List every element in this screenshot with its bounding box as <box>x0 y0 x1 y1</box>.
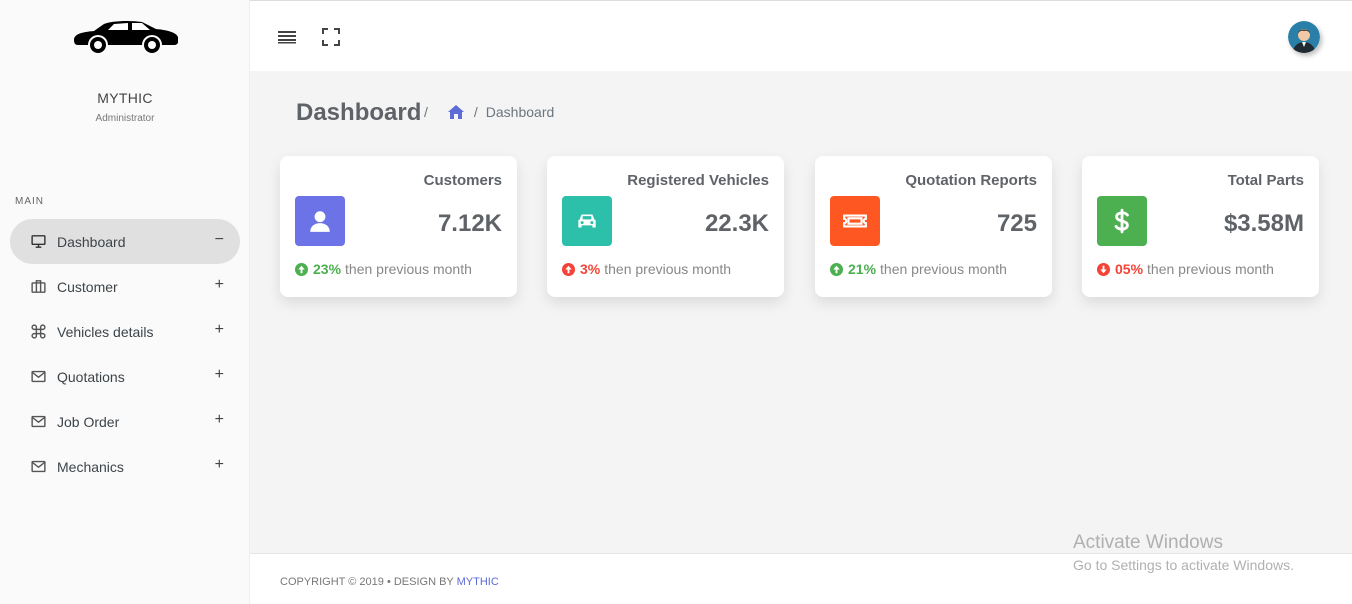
sidebar-item-label: Job Order <box>57 413 120 430</box>
expand-icon[interactable]: + <box>215 456 224 474</box>
copyright-text: COPYRIGHT © 2019 • DESIGN BY <box>280 576 457 588</box>
command-icon <box>30 323 47 340</box>
sidebar-item-label: Quotations <box>57 368 125 385</box>
sidebar-item-quotations[interactable]: Quotations + <box>10 354 240 399</box>
sidebar-item-vehicles-details[interactable]: Vehicles details + <box>10 309 240 354</box>
card-title: Quotation Reports <box>905 172 1037 189</box>
trend-percent: 05% <box>1115 261 1144 277</box>
sidebar-item-label: Dashboard <box>57 233 126 250</box>
card-value: 7.12K <box>437 210 502 237</box>
stat-card-registered-vehicles: Registered Vehicles 22.3K 3% then previo… <box>547 156 784 297</box>
arrow-down-circle-icon <box>1097 262 1110 276</box>
monitor-icon <box>30 233 47 250</box>
sidebar-item-label: Mechanics <box>57 458 124 475</box>
user-avatar[interactable] <box>1288 21 1320 53</box>
ticket-icon <box>830 196 880 246</box>
sidebar-item-label: Vehicles details <box>57 323 154 340</box>
expand-icon[interactable]: + <box>215 276 224 294</box>
brand-name: MYTHIC <box>97 90 153 106</box>
breadcrumb-separator: / <box>424 104 428 120</box>
dollar-icon <box>1097 196 1147 246</box>
card-trend: 05% then previous month <box>1097 261 1274 277</box>
trend-note: then previous month <box>1147 261 1274 277</box>
arrow-up-circle-icon <box>830 262 843 276</box>
card-trend: 21% then previous month <box>830 261 1007 277</box>
stat-card-quotation-reports: Quotation Reports 725 21% then previous … <box>815 156 1052 297</box>
sidebar-item-dashboard[interactable]: Dashboard − <box>10 219 240 264</box>
card-title: Registered Vehicles <box>627 172 769 189</box>
car-logo-icon[interactable] <box>70 18 180 56</box>
card-trend: 3% then previous month <box>562 261 731 277</box>
card-value: 22.3K <box>704 210 769 237</box>
nav-section-label: MAIN <box>15 196 44 207</box>
footer-text: COPYRIGHT © 2019 • DESIGN BY MYTHIC <box>280 576 499 588</box>
stat-card-customers: Customers 7.12K 23% then previous month <box>280 156 517 297</box>
briefcase-icon <box>30 278 47 295</box>
breadcrumb-current: Dashboard <box>485 104 555 120</box>
trend-note: then previous month <box>345 261 472 277</box>
fullscreen-icon[interactable] <box>322 28 340 46</box>
sidebar-item-label: Customer <box>57 278 118 295</box>
sidebar-nav: Dashboard − Customer + Vehicles details … <box>10 219 240 489</box>
card-value: $3.58M <box>1223 210 1304 237</box>
sidebar-item-job-order[interactable]: Job Order + <box>10 399 240 444</box>
trend-percent: 21% <box>848 261 877 277</box>
activation-watermark-title: Activate Windows <box>1073 532 1223 553</box>
arrow-up-circle-icon <box>295 262 308 276</box>
expand-icon[interactable]: + <box>215 411 224 429</box>
user-role: Administrator <box>95 113 155 124</box>
sidebar-item-mechanics[interactable]: Mechanics + <box>10 444 240 489</box>
sidebar-item-customer[interactable]: Customer + <box>10 264 240 309</box>
trend-percent: 23% <box>313 261 342 277</box>
page-title: Dashboard <box>296 99 422 126</box>
trend-percent: 3% <box>580 261 601 277</box>
card-trend: 23% then previous month <box>295 261 472 277</box>
trend-note: then previous month <box>880 261 1007 277</box>
home-icon[interactable] <box>447 105 464 119</box>
breadcrumb: / / Dashboard <box>424 104 554 120</box>
trend-note: then previous month <box>604 261 732 277</box>
expand-icon[interactable]: + <box>215 366 224 384</box>
breadcrumb-separator: / <box>473 104 478 120</box>
expand-icon[interactable]: + <box>215 321 224 339</box>
sidebar: MYTHIC Administrator MAIN Dashboard − Cu… <box>0 0 250 604</box>
designer-link[interactable]: MYTHIC <box>457 576 499 588</box>
card-value: 725 <box>996 210 1037 237</box>
mail-icon <box>30 458 47 475</box>
hamburger-menu-icon[interactable] <box>278 29 296 45</box>
top-bar <box>250 0 1352 71</box>
card-title: Total Parts <box>1227 172 1304 189</box>
user-icon <box>295 196 345 246</box>
stat-card-total-parts: Total Parts $3.58M 05% then previous mon… <box>1082 156 1319 297</box>
collapse-icon[interactable]: − <box>215 231 224 249</box>
mail-icon <box>30 413 47 430</box>
mail-icon <box>30 368 47 385</box>
car-icon <box>562 196 612 246</box>
card-title: Customers <box>423 172 502 189</box>
arrow-up-circle-icon <box>562 262 575 276</box>
activation-watermark-subtitle: Go to Settings to activate Windows. <box>1073 557 1294 573</box>
